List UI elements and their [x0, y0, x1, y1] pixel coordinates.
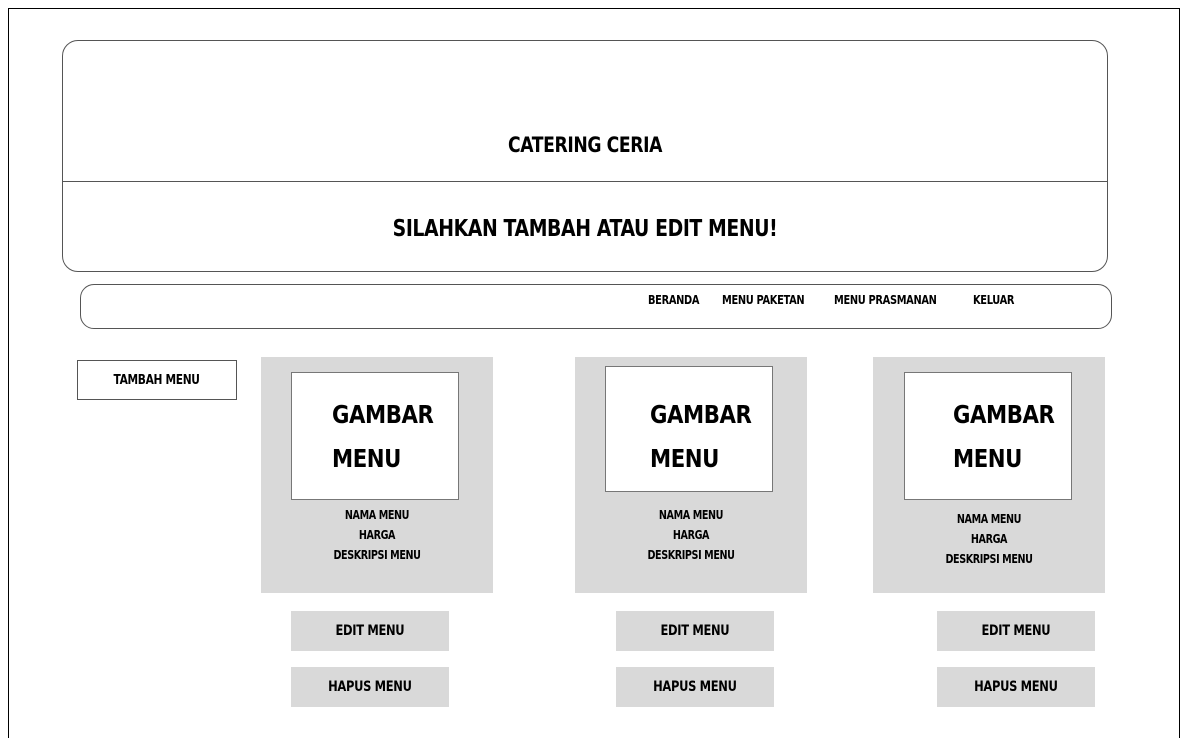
menu-description: DESKRIPSI MENU	[647, 548, 735, 562]
edit-menu-button[interactable]: EDIT MENU	[616, 611, 774, 651]
menu-image-placeholder: GAMBAR MENU	[904, 372, 1072, 500]
delete-menu-button[interactable]: HAPUS MENU	[616, 667, 774, 707]
delete-menu-label: HAPUS MENU	[653, 679, 737, 695]
menu-image-placeholder: GAMBAR MENU	[605, 366, 773, 492]
nav-item-keluar[interactable]: KELUAR	[973, 293, 1015, 307]
delete-menu-button[interactable]: HAPUS MENU	[291, 667, 449, 707]
edit-menu-label: EDIT MENU	[660, 623, 730, 639]
menu-description: DESKRIPSI MENU	[945, 552, 1033, 566]
menu-card: GAMBAR MENU NAMA MENU HARGA DESKRIPSI ME…	[873, 357, 1105, 593]
page-subtitle: SILAHKAN TAMBAH ATAU EDIT MENU!	[392, 216, 778, 242]
nav-item-menu-paketan[interactable]: MENU PAKETAN	[722, 293, 805, 307]
delete-menu-label: HAPUS MENU	[974, 679, 1058, 695]
nav-item-menu-prasmanan[interactable]: MENU PRASMANAN	[834, 293, 937, 307]
add-menu-button[interactable]: TAMBAH MENU	[77, 360, 237, 400]
header-divider	[63, 181, 1107, 182]
menu-image-placeholder: GAMBAR MENU	[291, 372, 459, 500]
navbar: BERANDA MENU PAKETAN MENU PRASMANAN KELU…	[80, 284, 1112, 329]
menu-card: GAMBAR MENU NAMA MENU HARGA DESKRIPSI ME…	[261, 357, 493, 593]
menu-name: NAMA MENU	[658, 508, 724, 522]
menu-name: NAMA MENU	[344, 508, 410, 522]
edit-menu-button[interactable]: EDIT MENU	[291, 611, 449, 651]
menu-image-label: GAMBAR MENU	[332, 400, 434, 473]
menu-price: HARGA	[672, 528, 710, 542]
delete-menu-label: HAPUS MENU	[328, 679, 412, 695]
edit-menu-label: EDIT MENU	[981, 623, 1051, 639]
menu-price: HARGA	[358, 528, 396, 542]
menu-name: NAMA MENU	[956, 512, 1022, 526]
nav-item-beranda[interactable]: BERANDA	[648, 293, 699, 307]
add-menu-label: TAMBAH MENU	[113, 372, 201, 388]
menu-image-label: GAMBAR MENU	[953, 400, 1055, 473]
menu-info: NAMA MENU HARGA DESKRIPSI MENU	[575, 505, 807, 565]
menu-info: NAMA MENU HARGA DESKRIPSI MENU	[873, 509, 1105, 569]
edit-menu-label: EDIT MENU	[335, 623, 405, 639]
header-panel: CATERING CERIA SILAHKAN TAMBAH ATAU EDIT…	[62, 40, 1108, 272]
menu-image-label: GAMBAR MENU	[650, 400, 752, 473]
edit-menu-button[interactable]: EDIT MENU	[937, 611, 1095, 651]
delete-menu-button[interactable]: HAPUS MENU	[937, 667, 1095, 707]
menu-price: HARGA	[970, 532, 1008, 546]
menu-description: DESKRIPSI MENU	[333, 548, 421, 562]
menu-info: NAMA MENU HARGA DESKRIPSI MENU	[261, 505, 493, 565]
app-title: CATERING CERIA	[507, 133, 663, 157]
menu-card: GAMBAR MENU NAMA MENU HARGA DESKRIPSI ME…	[575, 357, 807, 593]
